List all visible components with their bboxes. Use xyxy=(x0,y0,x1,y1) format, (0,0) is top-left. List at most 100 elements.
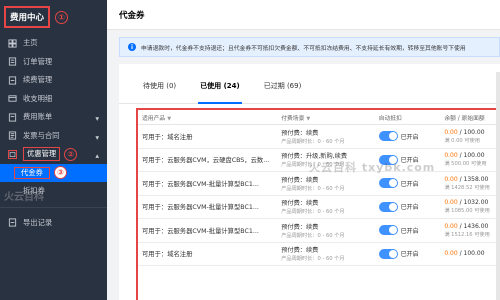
sidebar-item-coupons[interactable]: 折扣券 xyxy=(0,182,107,201)
export-icon xyxy=(8,218,17,227)
notice-banner: i 申请退款时，代金券不支持退还；且代金券不可抵扣欠费金额、不可抵扣冻结费用、不… xyxy=(119,37,500,57)
sidebar-item-label: 收支明细 xyxy=(23,93,53,103)
cell-scene: 预付费：续费 xyxy=(281,200,319,208)
header-scene[interactable]: 付费场景 ▼ xyxy=(277,113,374,122)
info-icon: i xyxy=(128,43,136,51)
cell-balance: 0.00 / 100.00 xyxy=(444,249,485,257)
cell-limit: 产品周期时长：0 - 60 个月 xyxy=(281,185,345,192)
step-badge-3: ③ xyxy=(53,166,67,180)
auto-deduct-toggle[interactable] xyxy=(378,248,398,259)
sidebar-item-orders[interactable]: 订单管理 xyxy=(0,53,107,72)
bill-icon xyxy=(8,113,17,122)
table-row: 可用于：域名注册 预付费：续费 产品周期时长：0 - 60 个月 已开启 0.00… xyxy=(138,243,500,266)
auto-deduct-toggle[interactable] xyxy=(378,131,398,142)
chevron-down-icon: ▾ xyxy=(95,132,99,142)
cell-condition: 满 1428.52 可使用 xyxy=(444,184,490,191)
cell-condition: 满 0.00 可使用 xyxy=(444,137,480,144)
toggle-label: 已开启 xyxy=(400,180,419,188)
cell-scene: 预付费：续费 xyxy=(281,223,319,231)
cell-scene: 预付费：续费 xyxy=(281,247,319,255)
cell-limit: 产品周期时长：0 - 60 个月 xyxy=(281,232,345,239)
auto-deduct-toggle[interactable] xyxy=(378,201,398,212)
sidebar-item-ledger[interactable]: 收支明细 xyxy=(0,90,107,109)
cell-limit: 产品周期时长：0 - 60 个月 xyxy=(281,162,345,169)
filter-icon[interactable]: ▼ xyxy=(306,116,310,122)
cell-balance: 0.00 / 1032.00 xyxy=(444,199,489,207)
toggle-label: 已开启 xyxy=(400,204,419,212)
toggle-label: 已开启 xyxy=(400,133,419,141)
cell-balance: 0.00 / 1358.00 xyxy=(444,175,489,183)
cell-limit: 产品周期时长：0 - 60 个月 xyxy=(281,138,345,145)
sidebar-item-label: 优惠管理 xyxy=(23,147,61,162)
sidebar-item-renewal[interactable]: 续费管理 xyxy=(0,71,107,90)
cell-scene: 预付费：升级,新购,续费 xyxy=(281,153,348,161)
table-row: 可用于：云服务器CVM-批量计算型BC1... 预付费：续费 产品周期时长：0 -… xyxy=(138,219,500,243)
tab-used[interactable]: 已使用 (24) xyxy=(198,81,242,104)
auto-deduct-toggle[interactable] xyxy=(378,225,398,236)
sidebar-item-label: 订单管理 xyxy=(23,56,53,66)
sidebar-item-label: 费用账单 xyxy=(23,112,53,122)
notice-text: 申请退款时，代金券不支持退还；且代金券不可抵扣欠费金额、不可抵扣冻结费用、不支持… xyxy=(141,45,466,52)
scrollbar[interactable] xyxy=(496,72,500,300)
filter-icon[interactable]: ▼ xyxy=(167,116,171,122)
tab-bar: 待使用 (0) 已使用 (24) 已过期 (69) xyxy=(119,64,500,104)
sidebar: 费用中心 ① 主页 订单管理 续费管理 收支明细 费用账单 ▾ 发票与合同 ▾ … xyxy=(0,0,107,300)
cell-limit: 产品周期时长：0 - 60 个月 xyxy=(281,209,345,216)
toggle-label: 已开启 xyxy=(400,157,419,165)
cell-condition: 满 1085.00 可使用 xyxy=(444,208,490,215)
voucher-panel: 待使用 (0) 已使用 (24) 已过期 (69) 适用产品 ▼ 付费场景 ▼ 自动… xyxy=(119,64,500,300)
tab-pending[interactable]: 待使用 (0) xyxy=(143,81,176,103)
toggle-label: 已开启 xyxy=(400,227,419,235)
table-header: 适用产品 ▼ 付费场景 ▼ 自动抵扣 余额 / 原始面额 xyxy=(138,110,500,125)
sidebar-item-label: 发票与合同 xyxy=(23,130,60,140)
main-content: 代金券 i 申请退款时，代金券不支持退还；且代金券不可抵扣欠费金额、不可抵扣冻结… xyxy=(107,0,500,300)
cell-balance: 0.00 / 100.00 xyxy=(444,128,485,136)
cell-scene: 预付费：续费 xyxy=(281,129,319,137)
cell-product: 可用于：云服务器CVM，云硬盘CBS，云数... xyxy=(142,157,270,165)
chevron-down-icon: ▾ xyxy=(95,114,99,123)
sidebar-item-label: 代金券 xyxy=(14,166,50,179)
sidebar-item-home[interactable]: 主页 xyxy=(0,34,107,53)
cell-balance: 0.00 / 100.00 xyxy=(444,152,485,160)
discount-icon xyxy=(8,149,17,159)
voucher-table: 适用产品 ▼ 付费场景 ▼ 自动抵扣 余额 / 原始面额 可用于：域名注册 预付费：… xyxy=(136,108,500,300)
table-row: 可用于：云服务器CVM-批量计算型BC1... 预付费：续费 产品周期时长：0 -… xyxy=(138,172,500,196)
header-product[interactable]: 适用产品 ▼ xyxy=(138,113,277,122)
sidebar-title[interactable]: 费用中心 xyxy=(4,6,51,28)
cell-product: 可用于：域名注册 xyxy=(142,251,193,259)
cell-product: 可用于：域名注册 xyxy=(142,133,193,141)
page-title: 代金券 xyxy=(107,0,500,30)
cell-condition: 满 500.00 可使用 xyxy=(444,161,487,168)
cell-product: 可用于：云服务器CVM-批量计算型BC1... xyxy=(142,227,259,235)
cell-scene: 预付费：续费 xyxy=(281,176,319,184)
sidebar-item-vouchers[interactable]: 代金券 ③ xyxy=(0,163,107,182)
header-auto-deduct: 自动抵扣 xyxy=(378,115,402,122)
tab-expired[interactable]: 已过期 (69) xyxy=(264,81,302,103)
sidebar-item-label: 续费管理 xyxy=(23,75,53,85)
table-row: 可用于：云服务器CVM，云硬盘CBS，云数... 预付费：升级,新购,续费 产品周… xyxy=(138,149,500,172)
cell-product: 可用于：云服务器CVM-批量计算型BC1... xyxy=(142,180,259,188)
sidebar-item-invoices[interactable]: 发票与合同 ▾ xyxy=(0,127,107,146)
cell-product: 可用于：云服务器CVM-批量计算型BC1... xyxy=(142,204,259,212)
step-badge-2: ② xyxy=(64,147,78,161)
auto-deduct-toggle[interactable] xyxy=(378,154,398,165)
sidebar-item-export[interactable]: 导出记录 xyxy=(0,214,107,233)
sidebar-header: 费用中心 ① xyxy=(0,0,107,34)
sidebar-item-label: 导出记录 xyxy=(23,217,53,227)
auto-deduct-toggle[interactable] xyxy=(378,178,398,189)
renew-icon xyxy=(8,76,17,85)
step-badge-1: ① xyxy=(55,10,69,24)
home-icon xyxy=(8,39,17,48)
cell-limit: 产品周期时长：0 - 60 个月 xyxy=(281,256,345,263)
sidebar-item-discounts[interactable]: 优惠管理 ② ▴ xyxy=(0,145,107,164)
sidebar-item-bills[interactable]: 费用账单 ▾ xyxy=(0,108,107,127)
cell-condition: 满 1512.16 可使用 xyxy=(444,231,490,238)
table-row: 可用于：云服务器CVM-批量计算型BC1... 预付费：续费 产品周期时长：0 -… xyxy=(138,196,500,219)
cell-balance: 0.00 / 1436.00 xyxy=(444,222,489,230)
order-icon xyxy=(8,57,17,66)
table-row: 可用于：域名注册 预付费：续费 产品周期时长：0 - 60 个月 已开启 0.00… xyxy=(138,125,500,149)
chevron-up-icon: ▴ xyxy=(95,151,99,160)
sidebar-item-label: 主页 xyxy=(23,38,38,48)
toggle-label: 已开启 xyxy=(400,251,419,259)
sidebar-divider xyxy=(0,206,107,208)
